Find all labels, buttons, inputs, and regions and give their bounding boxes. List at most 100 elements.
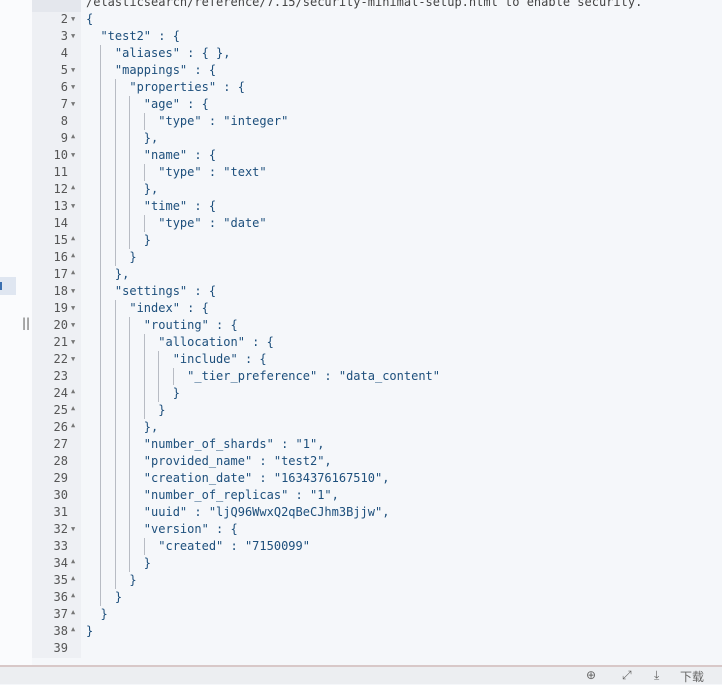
pin-icon[interactable]: ⤢ [622, 668, 632, 683]
code-line: 7 ▼ "age" : { [0, 96, 722, 113]
code-line: 5 ▼ "mappings" : { [0, 62, 722, 79]
line-number: 23 [53, 369, 68, 383]
code-text: "settings" : { [86, 284, 217, 298]
fold-arrow-icon[interactable]: ▼ [71, 283, 75, 300]
fold-arrow-icon[interactable]: ▼ [71, 11, 75, 28]
code-line: 30 "number_of_replicas" : "1", [0, 487, 722, 504]
code-line: 24 ▲ } [0, 385, 722, 402]
unfold-arrow-icon[interactable]: ▲ [71, 128, 75, 145]
code-text: } [86, 573, 137, 587]
unfold-arrow-icon[interactable]: ▲ [71, 570, 75, 587]
code-text: }, [86, 420, 159, 434]
code-line: 28 "provided_name" : "test2", [0, 453, 722, 470]
fold-arrow-icon[interactable]: ▼ [71, 198, 75, 215]
code-line: 9 ▲ }, [0, 130, 722, 147]
code-line: 19 ▼ "index" : { [0, 300, 722, 317]
fold-arrow-icon[interactable]: ▼ [71, 300, 75, 317]
line-number: 3 [60, 29, 68, 43]
code-text: }, [86, 267, 130, 281]
line-number: 22 [53, 352, 68, 366]
unfold-arrow-icon[interactable]: ▲ [71, 621, 75, 638]
fold-arrow-icon[interactable]: ▼ [71, 521, 75, 538]
code-text: } [86, 386, 180, 400]
line-number: 15 [53, 233, 68, 247]
line-number: 28 [53, 454, 68, 468]
line-number: 20 [53, 318, 68, 332]
line-number: 24 [53, 386, 68, 400]
code-line: 14 "type" : "date" [0, 215, 722, 232]
download-icon[interactable]: ⤓ [654, 668, 659, 683]
line-number: 37 [53, 607, 68, 621]
code-text: "routing" : { [86, 318, 238, 332]
line-number: 35 [53, 573, 68, 587]
line-number: 13 [53, 199, 68, 213]
code-text: "test2" : { [86, 29, 180, 43]
unfold-arrow-icon[interactable]: ▲ [71, 247, 75, 264]
settings-icon[interactable]: ⊕ [586, 668, 596, 682]
download-button[interactable]: 下载 [680, 668, 704, 685]
unfold-arrow-icon[interactable]: ▲ [71, 264, 75, 281]
unfold-arrow-icon[interactable]: ▲ [71, 604, 75, 621]
code-line: 2 ▼ { [0, 11, 722, 28]
fold-arrow-icon[interactable]: ▼ [71, 334, 75, 351]
unfold-arrow-icon[interactable]: ▲ [71, 587, 75, 604]
code-text: "_tier_preference" : "data_content" [86, 369, 441, 383]
line-number: 5 [60, 63, 68, 77]
unfold-arrow-icon[interactable]: ▲ [71, 417, 75, 434]
code-line: 20 ▼ "routing" : { [0, 317, 722, 334]
fold-arrow-icon[interactable]: ▼ [71, 62, 75, 79]
code-line: 29 "creation_date" : "1634376167510", [0, 470, 722, 487]
fold-arrow-icon[interactable]: ▼ [71, 147, 75, 164]
fold-arrow-icon[interactable]: ▼ [71, 28, 75, 45]
unfold-arrow-icon[interactable]: ▲ [71, 179, 75, 196]
code-text: "name" : { [86, 148, 217, 162]
line-number: 10 [53, 148, 68, 162]
code-text: }, [86, 131, 159, 145]
line-number: 14 [53, 216, 68, 230]
line-number: 39 [53, 641, 68, 655]
code-text: } [86, 233, 152, 247]
code-text: "type" : "text" [86, 165, 267, 179]
code-line: 22 ▼ "include" : { [0, 351, 722, 368]
code-line: 11 "type" : "text" [0, 164, 722, 181]
code-line: 39 [0, 640, 722, 657]
code-text: } [86, 607, 108, 621]
code-line: /elasticsearch/reference/7.15/security-m… [0, 0, 722, 11]
fold-arrow-icon[interactable]: ▼ [71, 96, 75, 113]
code-line: 32 ▼ "version" : { [0, 521, 722, 538]
code-text: { [86, 12, 94, 26]
code-line: 15 ▲ } [0, 232, 722, 249]
unfold-arrow-icon[interactable]: ▲ [71, 553, 75, 570]
fold-arrow-icon[interactable]: ▼ [71, 317, 75, 334]
code-text: "age" : { [86, 97, 209, 111]
line-number: 25 [53, 403, 68, 417]
code-line: 37 ▲ } [0, 606, 722, 623]
code-text: "time" : { [86, 199, 217, 213]
line-number: 31 [53, 505, 68, 519]
code-text: "include" : { [86, 352, 267, 366]
code-text: "index" : { [86, 301, 209, 315]
code-line: 3 ▼ "test2" : { [0, 28, 722, 45]
fold-arrow-icon[interactable]: ▼ [71, 79, 75, 96]
line-number: 6 [60, 80, 68, 94]
fold-arrow-icon[interactable]: ▼ [71, 351, 75, 368]
line-number: 12 [53, 182, 68, 196]
line-number: 4 [60, 46, 68, 60]
code-line: 27 "number_of_shards" : "1", [0, 436, 722, 453]
unfold-arrow-icon[interactable]: ▲ [71, 383, 75, 400]
line-number: 8 [60, 114, 68, 128]
code-line: 23 "_tier_preference" : "data_content" [0, 368, 722, 385]
code-line: 4 "aliases" : { }, [0, 45, 722, 62]
line-number: 27 [53, 437, 68, 451]
line-number: 16 [53, 250, 68, 264]
code-text: "number_of_replicas" : "1", [86, 488, 339, 502]
unfold-arrow-icon[interactable]: ▲ [71, 230, 75, 247]
line-number: 2 [60, 12, 68, 26]
code-line: 18 ▼ "settings" : { [0, 283, 722, 300]
line-number: 32 [53, 522, 68, 536]
code-line: 25 ▲ } [0, 402, 722, 419]
code-line: 26 ▲ }, [0, 419, 722, 436]
response-editor[interactable]: /elasticsearch/reference/7.15/security-m… [0, 0, 722, 657]
unfold-arrow-icon[interactable]: ▲ [71, 400, 75, 417]
code-text: "mappings" : { [86, 63, 217, 77]
